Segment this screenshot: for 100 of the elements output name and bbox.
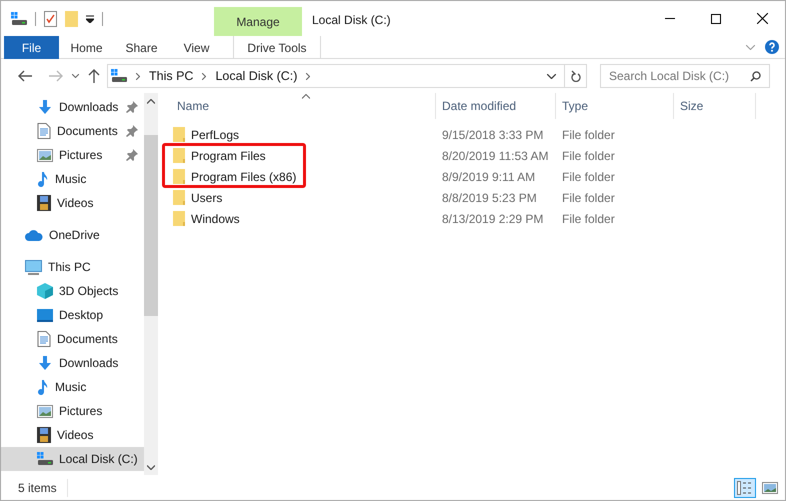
date-cell-text: 8/8/2019 5:23 PM bbox=[441, 190, 538, 206]
sidebar-item[interactable]: Pictures bbox=[1, 143, 144, 167]
item-count: 5 items bbox=[18, 478, 68, 496]
folder-icon bbox=[173, 190, 185, 205]
type-cell-text: File folder bbox=[561, 126, 616, 144]
cloud-icon bbox=[25, 229, 43, 241]
sidebar-item[interactable]: Documents bbox=[1, 119, 144, 143]
pin-icon[interactable] bbox=[126, 149, 138, 161]
sidebar-item[interactable]: Downloads bbox=[1, 351, 144, 375]
file-row[interactable]: Users 8/8/2019 5:23 PM File folder bbox=[171, 187, 785, 208]
file-name: Windows bbox=[191, 210, 240, 228]
sidebar-item[interactable]: Videos bbox=[1, 191, 144, 215]
document-icon bbox=[37, 331, 51, 347]
chevron-right-icon[interactable] bbox=[136, 72, 140, 80]
sidebar-item[interactable]: Downloads bbox=[1, 95, 144, 119]
chevron-down-icon[interactable] bbox=[147, 465, 155, 470]
sort-caret-icon bbox=[302, 94, 310, 99]
pin-icon[interactable] bbox=[126, 101, 138, 113]
search-field[interactable]: Search Local Disk (C:) bbox=[600, 64, 770, 88]
chevron-down-icon[interactable] bbox=[547, 74, 556, 78]
music-note-icon bbox=[37, 171, 49, 187]
sidebar-item[interactable]: Music bbox=[1, 375, 144, 399]
cube-icon bbox=[37, 283, 53, 299]
checklist-icon[interactable] bbox=[44, 11, 57, 27]
file-name: Program Files bbox=[191, 148, 266, 164]
pin-icon[interactable] bbox=[126, 125, 138, 137]
folder-icon bbox=[173, 127, 185, 142]
ribbon-tab[interactable]: View bbox=[169, 36, 224, 59]
sidebar-item[interactable]: Pictures bbox=[1, 399, 144, 423]
back-arrow-icon[interactable] bbox=[18, 70, 32, 82]
column-header[interactable]: Date modified bbox=[436, 93, 556, 119]
music-note-icon bbox=[37, 379, 49, 395]
scrollbar-thumb[interactable] bbox=[144, 135, 158, 316]
ribbon-tab[interactable]: Drive Tools bbox=[233, 36, 321, 59]
minimize-icon bbox=[665, 18, 675, 19]
file-row[interactable]: Program Files (x86) 8/9/2019 9:11 AM File folder bbox=[171, 166, 785, 187]
drive-icon bbox=[111, 69, 127, 83]
type-cell-text: File folder bbox=[561, 210, 616, 228]
large-icons-view-icon bbox=[762, 482, 778, 494]
chevron-right-icon[interactable] bbox=[306, 72, 310, 80]
folder-icon bbox=[173, 211, 185, 226]
sidebar-item[interactable]: OneDrive bbox=[1, 223, 144, 247]
date-cell-text: 8/9/2019 9:11 AM bbox=[441, 168, 536, 186]
file-name: Users bbox=[191, 190, 222, 206]
desktop-icon bbox=[37, 308, 53, 322]
refresh-icon bbox=[570, 70, 580, 82]
ribbon-tab[interactable]: Share bbox=[114, 36, 169, 59]
chevron-down-icon[interactable] bbox=[72, 74, 79, 78]
file-name: Program Files (x86) bbox=[191, 168, 296, 186]
column-header[interactable]: Name bbox=[171, 93, 436, 119]
sidebar-item[interactable]: Music bbox=[1, 167, 144, 191]
search-icon bbox=[750, 70, 761, 82]
dropdown-icon[interactable] bbox=[86, 15, 94, 23]
film-icon bbox=[37, 195, 51, 211]
sidebar-item[interactable]: Desktop bbox=[1, 303, 144, 327]
close-icon bbox=[756, 13, 768, 24]
folder-icon bbox=[173, 148, 185, 163]
down-arrow-icon bbox=[37, 355, 53, 371]
sidebar-item[interactable]: This PC bbox=[1, 255, 144, 279]
drive-icon bbox=[37, 452, 53, 466]
maximize-icon bbox=[711, 14, 721, 24]
column-header[interactable]: Size bbox=[674, 93, 756, 119]
refresh-button[interactable] bbox=[565, 64, 587, 88]
ribbon-tab[interactable]: File bbox=[4, 36, 59, 59]
sidebar-item[interactable]: 3D Objects bbox=[1, 279, 144, 303]
breadcrumb-item[interactable]: This PC bbox=[149, 66, 194, 86]
details-view-icon bbox=[737, 480, 753, 494]
picture-icon bbox=[37, 148, 53, 162]
sidebar-item[interactable]: Local Disk (C:) bbox=[1, 447, 144, 471]
date-cell-text: 9/15/2018 3:33 PM bbox=[441, 126, 544, 144]
breadcrumb-item[interactable]: Local Disk (C:) bbox=[215, 66, 298, 86]
sidebar-item[interactable]: Videos bbox=[1, 423, 144, 447]
up-arrow-icon[interactable] bbox=[88, 69, 100, 83]
sidebar-item[interactable]: Documents bbox=[1, 327, 144, 351]
ribbon-tab[interactable]: Home bbox=[59, 36, 114, 59]
file-row[interactable]: PerfLogs 9/15/2018 3:33 PM File folder bbox=[171, 124, 785, 145]
file-row[interactable]: Program Files 8/20/2019 11:53 AM File folder bbox=[171, 145, 785, 166]
address-field[interactable]: This PC Local Disk (C:) bbox=[107, 64, 565, 88]
drive-icon bbox=[11, 12, 27, 26]
type-cell-text: File folder bbox=[561, 148, 616, 164]
film-icon bbox=[37, 427, 51, 443]
scrollbar[interactable] bbox=[144, 93, 158, 475]
date-cell-text: 8/20/2019 11:53 AM bbox=[441, 148, 550, 164]
column-header[interactable]: Type bbox=[556, 93, 674, 119]
type-cell-text: File folder bbox=[561, 168, 616, 186]
down-arrow-icon bbox=[37, 99, 53, 115]
date-cell-text: 8/13/2019 2:29 PM bbox=[441, 210, 544, 228]
file-name: PerfLogs bbox=[191, 126, 240, 144]
chevron-right-icon[interactable] bbox=[202, 72, 206, 80]
picture-icon bbox=[37, 404, 53, 418]
chevron-up-icon[interactable] bbox=[147, 99, 155, 104]
folder-icon bbox=[173, 169, 185, 184]
window-title: Local Disk (C:) bbox=[312, 12, 391, 29]
view-button[interactable] bbox=[734, 478, 756, 498]
file-row[interactable]: Windows 8/13/2019 2:29 PM File folder bbox=[171, 208, 785, 229]
document-icon bbox=[37, 123, 51, 139]
help-icon[interactable] bbox=[765, 40, 779, 54]
manage-tab[interactable]: Manage bbox=[214, 7, 302, 36]
type-cell-text: File folder bbox=[561, 190, 616, 206]
monitor-icon bbox=[25, 260, 42, 274]
